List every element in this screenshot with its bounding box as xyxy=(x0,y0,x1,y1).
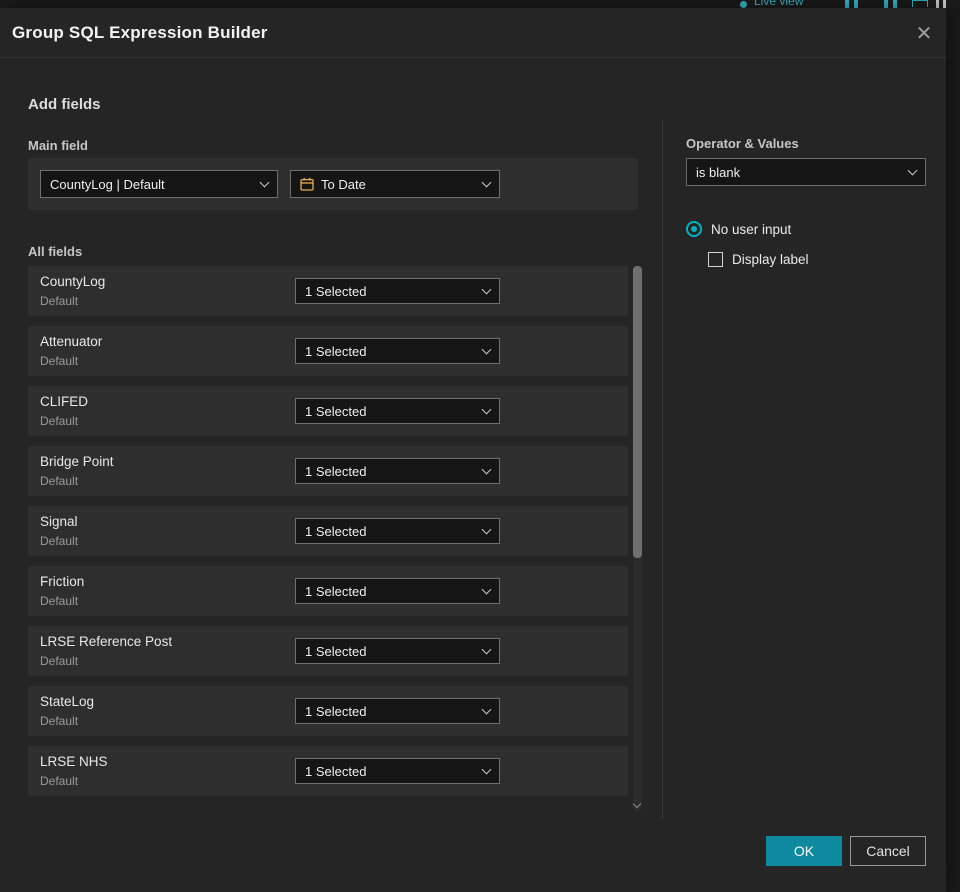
chevron-down-icon xyxy=(481,704,492,714)
field-source: Default xyxy=(40,774,79,788)
toolbar-icon-fragment xyxy=(884,0,888,8)
field-row-lrse-reference-post: LRSE Reference Post Default 1 Selected xyxy=(28,626,628,676)
chevron-down-icon xyxy=(481,644,492,654)
field-selected-dropdown[interactable]: 1 Selected xyxy=(295,278,500,304)
field-source: Default xyxy=(40,714,79,728)
radio-label: No user input xyxy=(711,221,792,237)
toolbar-icon-fragment xyxy=(893,0,897,8)
field-source: Default xyxy=(40,594,79,608)
main-field-value-dropdown[interactable]: To Date xyxy=(290,170,500,198)
chevron-down-icon xyxy=(481,177,492,187)
panel-divider xyxy=(662,120,663,818)
field-source: Default xyxy=(40,294,79,308)
field-name: Attenuator xyxy=(40,334,103,349)
no-user-input-radio[interactable]: No user input xyxy=(686,221,791,237)
field-row-lrse-nhs: LRSE NHS Default 1 Selected xyxy=(28,746,628,796)
checkbox-label: Display label xyxy=(732,252,809,267)
field-source: Default xyxy=(40,474,79,488)
live-view-dot-icon xyxy=(740,1,747,8)
add-fields-heading: Add fields xyxy=(28,96,101,113)
field-selected-dropdown[interactable]: 1 Selected xyxy=(295,338,500,364)
field-selected-dropdown[interactable]: 1 Selected xyxy=(295,458,500,484)
all-fields-list: CountyLog Default 1 Selected Attenuator … xyxy=(28,266,628,806)
all-fields-label: All fields xyxy=(28,244,83,259)
main-field-label: Main field xyxy=(28,138,88,153)
radio-selected-icon xyxy=(686,221,702,237)
field-source: Default xyxy=(40,354,79,368)
field-row-countylog: CountyLog Default 1 Selected xyxy=(28,266,628,316)
background-app-right-strip xyxy=(946,8,960,892)
field-selected-dropdown[interactable]: 1 Selected xyxy=(295,638,500,664)
display-label-checkbox[interactable]: Display label xyxy=(708,252,809,267)
chevron-down-icon xyxy=(481,584,492,594)
calendar-icon xyxy=(300,177,314,191)
field-row-attenuator: Attenuator Default 1 Selected xyxy=(28,326,628,376)
toolbar-icon-fragment xyxy=(936,0,939,8)
field-row-signal: Signal Default 1 Selected xyxy=(28,506,628,556)
operator-value: is blank xyxy=(696,164,741,180)
field-selected-dropdown[interactable]: 1 Selected xyxy=(295,698,500,724)
field-name: CountyLog xyxy=(40,274,106,289)
field-name: LRSE NHS xyxy=(40,754,108,769)
field-row-statelog: StateLog Default 1 Selected xyxy=(28,686,628,736)
field-name: StateLog xyxy=(40,694,95,709)
field-selected-dropdown[interactable]: 1 Selected xyxy=(295,398,500,424)
field-name: LRSE Reference Post xyxy=(40,634,173,649)
ok-button[interactable]: OK xyxy=(766,836,842,866)
main-field-container: CountyLog | Default To Date xyxy=(28,158,638,210)
main-field-value: To Date xyxy=(321,176,366,192)
field-row-bridge-point: Bridge Point Default 1 Selected xyxy=(28,446,628,496)
scrollbar-thumb[interactable] xyxy=(633,266,642,558)
field-name: Friction xyxy=(40,574,85,589)
live-view-label: Live view xyxy=(754,0,804,8)
field-row-clifed: CLIFED Default 1 Selected xyxy=(28,386,628,436)
scrollbar-down-arrow-icon[interactable] xyxy=(632,799,642,809)
field-source: Default xyxy=(40,654,79,668)
toolbar-icon-fragment xyxy=(854,0,858,8)
chevron-down-icon xyxy=(481,404,492,414)
main-field-dropdown[interactable]: CountyLog | Default xyxy=(40,170,278,198)
field-name: Signal xyxy=(40,514,78,529)
main-field-dropdown-value: CountyLog | Default xyxy=(50,176,165,192)
field-row-friction: Friction Default 1 Selected xyxy=(28,566,628,616)
field-source: Default xyxy=(40,534,79,548)
chevron-down-icon xyxy=(481,764,492,774)
dialog-title: Group SQL Expression Builder xyxy=(12,22,268,42)
chevron-down-icon xyxy=(481,284,492,294)
chevron-down-icon xyxy=(481,464,492,474)
checkbox-unchecked-icon xyxy=(708,252,723,267)
field-selected-dropdown[interactable]: 1 Selected xyxy=(295,518,500,544)
toolbar-icon-fragment xyxy=(845,0,849,8)
field-name: Bridge Point xyxy=(40,454,114,469)
dialog-header: Group SQL Expression Builder ✕ xyxy=(0,8,946,58)
chevron-down-icon xyxy=(259,177,270,187)
field-name: CLIFED xyxy=(40,394,89,409)
chevron-down-icon xyxy=(481,344,492,354)
chevron-down-icon xyxy=(481,524,492,534)
cancel-button[interactable]: Cancel xyxy=(850,836,926,866)
field-selected-dropdown[interactable]: 1 Selected xyxy=(295,758,500,784)
background-app-top-strip: Live view xyxy=(0,0,960,8)
operator-dropdown[interactable]: is blank xyxy=(686,158,926,186)
toolbar-icon-fragment xyxy=(943,0,946,8)
field-selected-dropdown[interactable]: 1 Selected xyxy=(295,578,500,604)
group-sql-expression-builder-dialog: Group SQL Expression Builder ✕ Add field… xyxy=(0,8,946,892)
close-icon[interactable]: ✕ xyxy=(912,22,936,46)
operator-values-heading: Operator & Values xyxy=(686,136,799,151)
list-scrollbar[interactable] xyxy=(632,266,642,811)
toolbar-icon-fragment xyxy=(912,0,928,7)
field-source: Default xyxy=(40,414,79,428)
chevron-down-icon xyxy=(907,165,918,175)
